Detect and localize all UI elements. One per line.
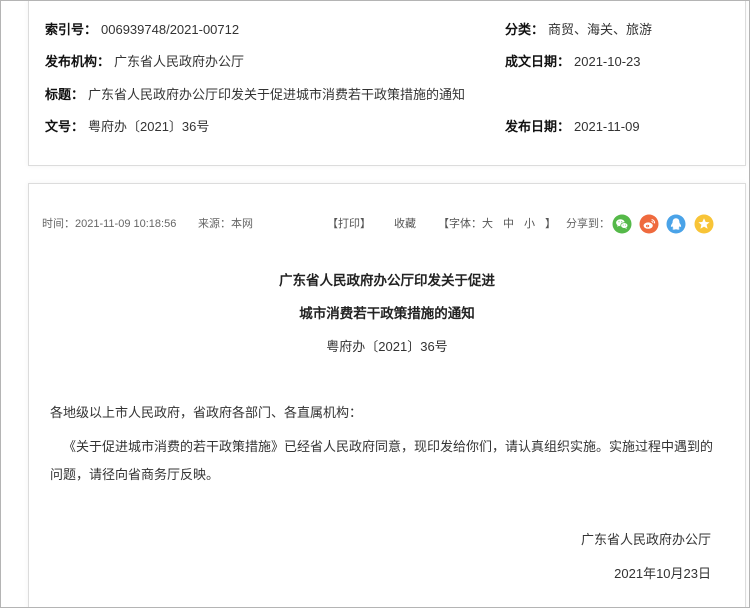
index-number-label: 索引号： xyxy=(45,22,98,37)
weibo-glyph xyxy=(639,214,659,234)
weibo-icon[interactable] xyxy=(639,214,659,234)
article-source: 来源：本网 xyxy=(198,218,253,230)
publish-date-value: 2021-11-09 xyxy=(574,119,640,134)
publish-date-field: 发布日期： 2021-11-09 xyxy=(505,117,640,137)
font-size-medium-button[interactable]: 中 xyxy=(503,218,514,230)
index-number-value: 006939748/2021-00712 xyxy=(101,22,240,37)
category-label: 分类： xyxy=(505,22,545,37)
font-size-selector: 【字体：大中小】 xyxy=(438,215,556,233)
publisher-label: 发布机构： xyxy=(45,54,111,69)
article-body-paragraph: 《关于促进城市消费的若干政策措施》已经省人民政府同意，现印发给你们，请认真组织实… xyxy=(50,439,714,482)
title-label: 标题： xyxy=(45,87,85,102)
written-date-field: 成文日期： 2021-10-23 xyxy=(505,52,641,72)
publisher-value: 广东省人民政府办公厅 xyxy=(114,54,245,69)
publish-time: 时间：2021-11-09 10:18:56 xyxy=(42,218,177,230)
qq-glyph xyxy=(666,214,686,234)
article-salutation: 各地级以上市人民政府，省政府各部门、各直属机构： xyxy=(50,405,363,420)
star-glyph xyxy=(694,214,714,234)
publish-date-label: 发布日期： xyxy=(505,119,571,134)
article-panel: 时间：2021-11-09 10:18:56 来源：本网 【打印】 收藏 【字体… xyxy=(28,183,746,608)
wechat-glyph xyxy=(612,214,632,234)
category-field: 分类： 商贸、海关、旅游 xyxy=(505,20,652,40)
article-document-number: 粤府办〔2021〕36号 xyxy=(326,339,448,354)
document-metadata-panel: 索引号： 006939748/2021-00712 分类： 商贸、海关、旅游 发布机… xyxy=(28,0,746,166)
document-number-value: 粤府办〔2021〕36号 xyxy=(88,119,210,134)
title-value: 广东省人民政府办公厅印发关于促进城市消费若干政策措施的通知 xyxy=(88,87,466,102)
article-date: 2021年10月23日 xyxy=(614,566,711,581)
font-size-prefix: 【字体： xyxy=(438,218,482,230)
font-size-small-button[interactable]: 小 xyxy=(524,218,535,230)
written-date-value: 2021-10-23 xyxy=(574,54,641,69)
print-button[interactable]: 【打印】 xyxy=(327,215,371,233)
document-number-label: 文号： xyxy=(45,119,85,134)
star-icon[interactable] xyxy=(694,214,714,234)
index-number-field: 索引号： 006939748/2021-00712 xyxy=(45,20,239,40)
article-title-line-1: 广东省人民政府办公厅印发关于促进 xyxy=(279,273,495,288)
title-field: 标题： 广东省人民政府办公厅印发关于促进城市消费若干政策措施的通知 xyxy=(45,85,465,105)
document-number-field: 文号： 粤府办〔2021〕36号 xyxy=(45,117,209,137)
favorite-button[interactable]: 收藏 xyxy=(394,215,416,233)
share-label: 分享到： xyxy=(566,218,610,230)
font-size-suffix: 】 xyxy=(545,218,556,230)
article-title-line-2: 城市消费若干政策措施的通知 xyxy=(299,306,475,321)
category-value: 商贸、海关、旅游 xyxy=(548,22,653,37)
written-date-label: 成文日期： xyxy=(505,54,571,69)
publisher-field: 发布机构： 广东省人民政府办公厅 xyxy=(45,52,244,72)
article-signature: 广东省人民政府办公厅 xyxy=(580,532,711,547)
font-size-large-button[interactable]: 大 xyxy=(482,218,493,230)
wechat-icon[interactable] xyxy=(612,214,632,234)
qq-icon[interactable] xyxy=(666,214,686,234)
